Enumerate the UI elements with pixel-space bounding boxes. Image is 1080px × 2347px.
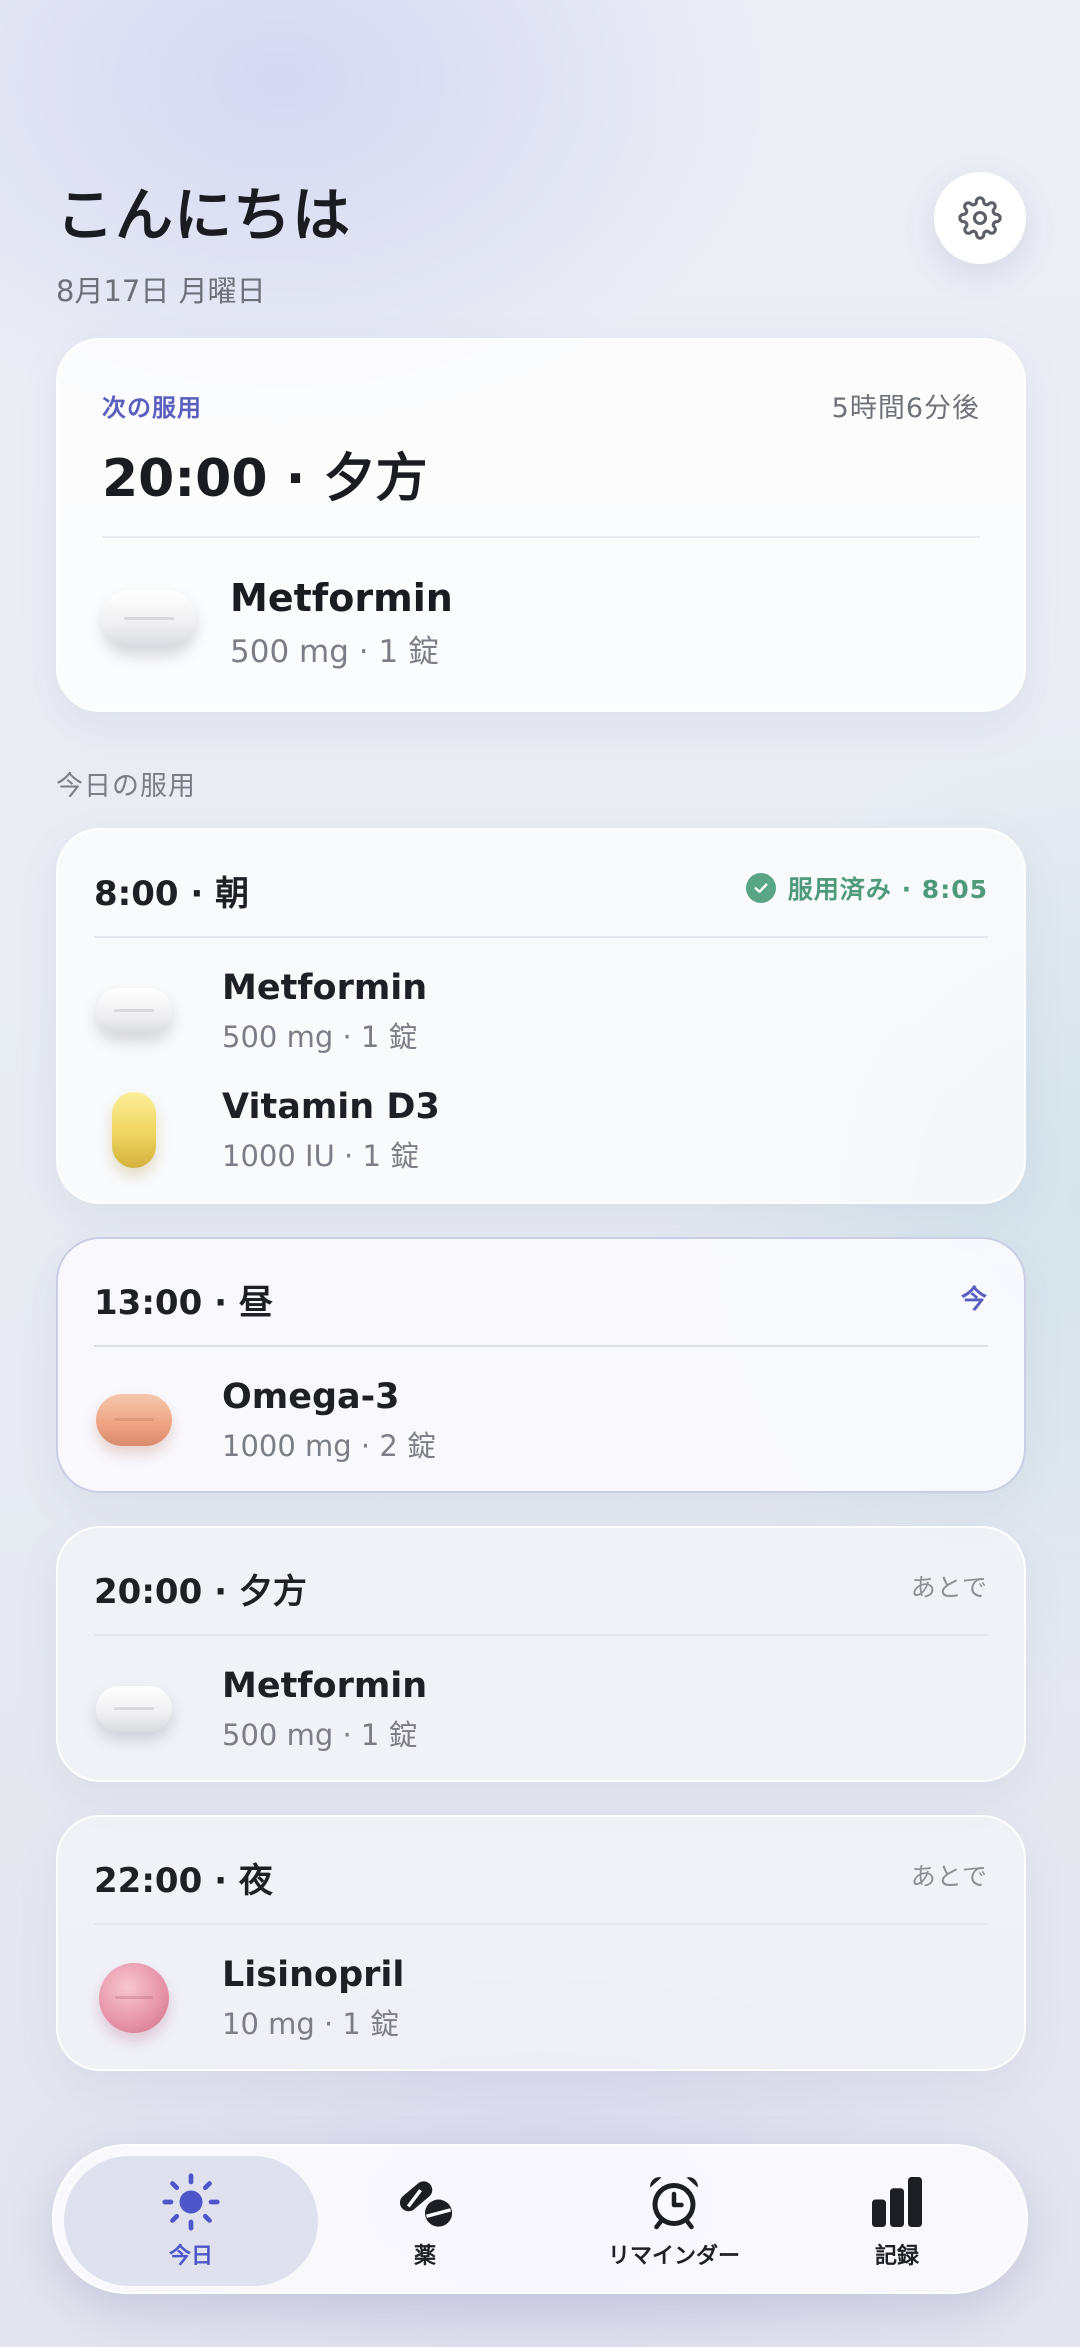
medication-row[interactable]: Omega-3 1000 mg · 2 錠	[94, 1375, 988, 1465]
medication-dose: 500 mg · 1 錠	[222, 1718, 418, 1752]
next-dose-card[interactable]: 次の服用 5時間6分後 20:00 · 夕方 Metformin 500 mg …	[56, 338, 1026, 712]
dose-slot-card[interactable]: 20:00 · 夕方 あとで Metformin 500 mg · 1 錠	[56, 1526, 1026, 1782]
divider	[94, 936, 988, 938]
divider	[102, 536, 980, 538]
white-oval-pill-icon	[94, 966, 174, 1056]
orange-oval-pill-icon	[94, 1375, 174, 1465]
medication-dose: 1000 mg · 2 錠	[222, 1429, 437, 1463]
slot-time: 13:00 · 昼	[94, 1283, 273, 1323]
schedule-section-label: 今日の服用	[56, 771, 196, 802]
medication-dose: 10 mg · 1 錠	[222, 2007, 400, 2041]
bar-chart-icon	[872, 2177, 922, 2227]
medication-dose: 500 mg · 1 錠	[230, 634, 440, 670]
dose-slot-card[interactable]: 8:00 · 朝 服用済み · 8:05 Metformin 500 mg · …	[56, 828, 1026, 1204]
tab-medications[interactable]: 薬	[298, 2156, 552, 2286]
date-label: 8月17日 月曜日	[56, 274, 266, 308]
bottom-tab-bar: 今日 薬 リマインダー 記録	[52, 2144, 1028, 2294]
tab-label: 記録	[874, 2244, 919, 2269]
tab-label: 薬	[413, 2244, 436, 2269]
tab-label: リマインダー	[607, 2244, 740, 2269]
next-dose-time: 20:00 · 夕方	[102, 449, 428, 509]
status-badge: 今	[960, 1285, 988, 1315]
status-text: 服用済み · 8:05	[787, 875, 988, 904]
medication-row[interactable]: Metformin 500 mg · 1 錠	[94, 1664, 988, 1754]
slot-time: 8:00 · 朝	[94, 874, 250, 914]
medication-dose: 1000 IU · 1 錠	[222, 1139, 420, 1173]
medication-name: Metformin	[222, 968, 428, 1008]
dose-slot-card[interactable]: 13:00 · 昼 今 Omega-3 1000 mg · 2 錠	[56, 1237, 1026, 1493]
white-oval-pill-icon	[94, 1664, 174, 1754]
next-dose-label: 次の服用	[102, 394, 202, 422]
greeting-title: こんにちは	[56, 181, 352, 249]
tab-label: 今日	[168, 2244, 213, 2269]
next-dose-countdown: 5時間6分後	[831, 393, 980, 424]
medication-name: Metformin	[230, 576, 453, 620]
tab-today[interactable]: 今日	[64, 2156, 318, 2286]
checkmark-icon	[745, 873, 776, 903]
medication-row[interactable]: Lisinopril 10 mg · 1 錠	[94, 1953, 988, 2043]
medication-row[interactable]: Vitamin D3 1000 IU · 1 錠	[94, 1085, 988, 1175]
alarm-clock-icon	[650, 2177, 698, 2230]
divider	[94, 1634, 988, 1636]
medication-name: Lisinopril	[222, 1955, 405, 1995]
pills-icon	[399, 2181, 453, 2227]
divider	[94, 1345, 988, 1347]
medication-name: Vitamin D3	[222, 1087, 440, 1127]
status-badge: あとで	[910, 1862, 988, 1891]
white-oval-pill-icon	[102, 590, 196, 648]
sun-icon	[162, 2173, 220, 2231]
medication-row[interactable]: Metformin 500 mg · 1 錠	[94, 966, 988, 1056]
medication-dose: 500 mg · 1 錠	[222, 1020, 418, 1054]
dose-slot-card[interactable]: 22:00 · 夜 あとで Lisinopril 10 mg · 1 錠	[56, 1815, 1026, 2071]
yellow-capsule-icon	[94, 1085, 174, 1175]
medication-name: Omega-3	[222, 1377, 400, 1417]
status-badge: あとで	[910, 1573, 988, 1602]
settings-button[interactable]	[934, 172, 1026, 264]
header: こんにちは 8月17日 月曜日	[56, 168, 1024, 310]
slot-time: 20:00 · 夕方	[94, 1572, 307, 1612]
tab-history[interactable]: 記録	[770, 2156, 1024, 2286]
medication-name: Metformin	[222, 1666, 428, 1706]
divider	[94, 1923, 988, 1925]
slot-time: 22:00 · 夜	[94, 1861, 273, 1901]
gear-icon	[958, 196, 1002, 240]
status-badge: 服用済み · 8:05	[745, 870, 988, 906]
pink-round-pill-icon	[94, 1953, 174, 2043]
